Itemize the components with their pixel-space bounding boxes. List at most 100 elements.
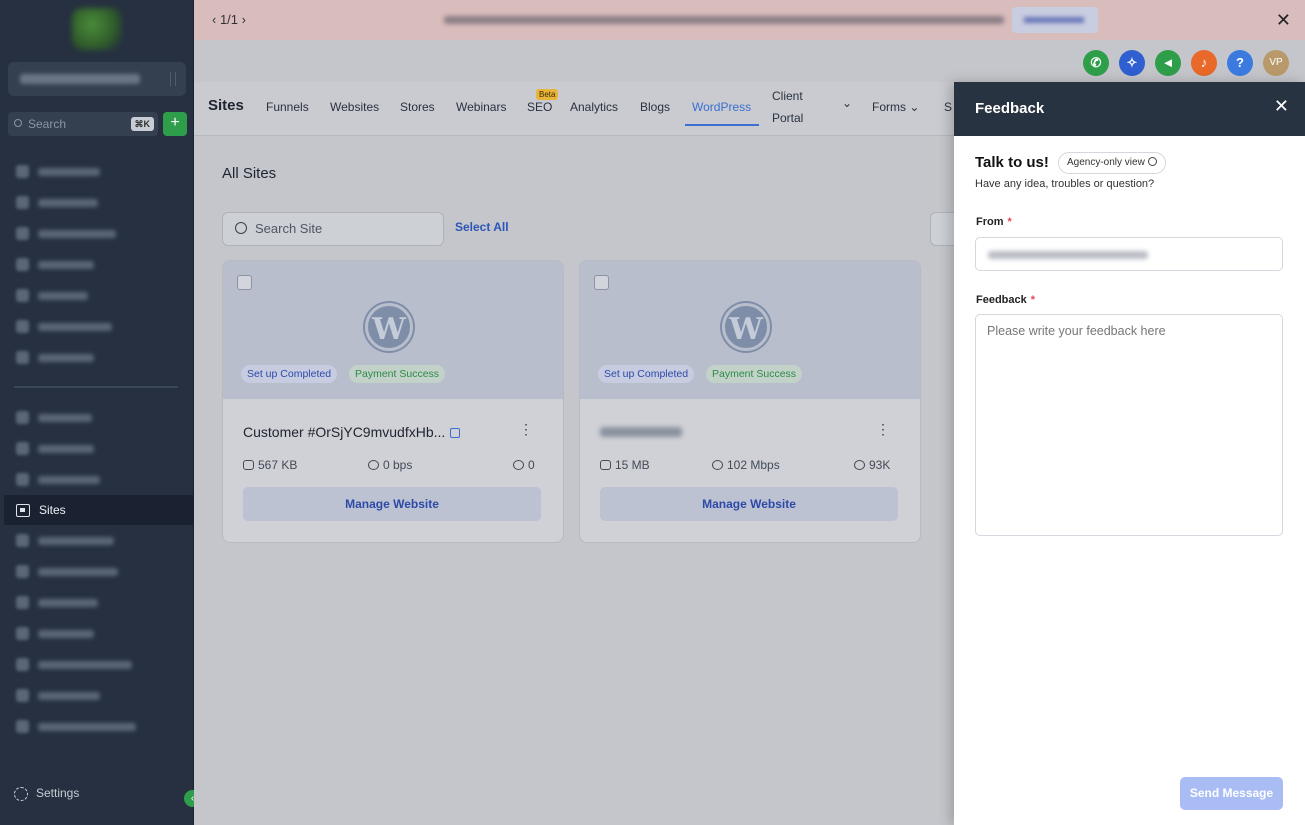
banner-message-blurred bbox=[444, 16, 1004, 24]
site-checkbox[interactable] bbox=[594, 275, 609, 290]
more-tabs-chevron-icon[interactable]: ⌄ bbox=[842, 96, 852, 110]
bell-icon[interactable]: ♪ bbox=[1191, 50, 1217, 76]
sidebar-item-calendars[interactable] bbox=[12, 256, 182, 274]
sidebar-search[interactable]: Search ⌘K bbox=[8, 112, 158, 136]
tab-wordpress[interactable]: WordPress bbox=[692, 100, 751, 114]
settings-label: Settings bbox=[36, 786, 80, 800]
manage-website-button[interactable]: Manage Website bbox=[600, 487, 898, 521]
feedback-label-text: Feedback bbox=[976, 294, 1027, 306]
sidebar-item-app-marketplace[interactable] bbox=[12, 656, 182, 674]
close-panel-button[interactable]: ✕ bbox=[1274, 96, 1289, 117]
site-name-blurred[interactable] bbox=[600, 427, 682, 437]
external-link-icon[interactable] bbox=[450, 428, 461, 438]
sidebar-item-marketing[interactable] bbox=[12, 440, 182, 458]
help-icon[interactable]: ? bbox=[1227, 50, 1253, 76]
more-options-icon[interactable]: ⋮ bbox=[876, 421, 890, 438]
bandwidth-value: 102 Mbps bbox=[727, 458, 780, 472]
views-stat: 0 bbox=[513, 458, 535, 472]
feedback-panel-header: Feedback ✕ bbox=[954, 82, 1305, 136]
tab-truncated[interactable]: S bbox=[944, 100, 952, 114]
reporting-icon bbox=[16, 627, 29, 640]
from-label: From * bbox=[976, 216, 1012, 228]
beta-badge: Beta bbox=[536, 89, 559, 100]
tab-webinars[interactable]: Webinars bbox=[456, 100, 506, 114]
site-card-header: W Set up Completed Payment Success bbox=[223, 261, 563, 399]
speedometer-icon bbox=[712, 460, 723, 470]
opportunities-icon bbox=[16, 320, 29, 333]
send-message-button[interactable]: Send Message bbox=[1180, 777, 1283, 810]
avatar[interactable]: VP bbox=[1263, 50, 1289, 76]
quick-add-button[interactable]: + bbox=[163, 112, 187, 136]
storage-stat: 567 KB bbox=[243, 458, 297, 472]
close-banner-button[interactable]: ✕ bbox=[1276, 10, 1291, 31]
site-name[interactable]: Customer #OrSjYC9mvudfxHb... bbox=[243, 424, 461, 440]
sidebar-item-contacts[interactable] bbox=[12, 287, 182, 305]
sidebar-item-opportunities[interactable] bbox=[12, 318, 182, 336]
sidebar-item-mobile-app[interactable] bbox=[12, 687, 182, 705]
automation-icon bbox=[16, 473, 29, 486]
bandwidth-stat: 0 bps bbox=[368, 458, 412, 472]
sidebar-item-automation[interactable] bbox=[12, 471, 182, 489]
sidebar-item-payments[interactable] bbox=[12, 349, 182, 367]
reputation-icon bbox=[16, 596, 29, 609]
magic-icon[interactable]: ✧ bbox=[1119, 50, 1145, 76]
sidebar-item-sites[interactable]: Sites bbox=[4, 495, 194, 525]
tab-analytics[interactable]: Analytics bbox=[570, 100, 618, 114]
sidebar-item-conversations[interactable] bbox=[12, 225, 182, 243]
sidebar-item-knowledge-center[interactable] bbox=[12, 718, 182, 736]
banner-pager[interactable]: ‹ 1/1 › bbox=[212, 12, 246, 27]
search-site-placeholder: Search Site bbox=[255, 221, 323, 236]
feedback-textarea[interactable] bbox=[975, 314, 1283, 536]
header-icons: ✆ ✧ ◄ ♪ ? VP bbox=[1083, 50, 1293, 76]
info-icon[interactable] bbox=[1147, 157, 1157, 166]
tab-stores[interactable]: Stores bbox=[400, 100, 435, 114]
sidebar-item-label: Sites bbox=[39, 503, 66, 517]
feedback-panel: Feedback ✕ Talk to us! Agency-only view … bbox=[954, 82, 1305, 825]
feedback-subtitle: Have any idea, troubles or question? bbox=[975, 178, 1155, 190]
switcher-chevron-icon bbox=[170, 72, 176, 86]
feedback-label: Feedback * bbox=[976, 294, 1035, 306]
sidebar-item-dashboard[interactable] bbox=[12, 194, 182, 212]
account-name-blurred bbox=[20, 74, 140, 84]
speedometer-icon bbox=[368, 460, 379, 470]
search-site-input[interactable]: Search Site bbox=[222, 212, 444, 246]
app-window: Search ⌘K + Sites Settings ‹ ‹ 1/1 › ✕ ✆… bbox=[0, 0, 1305, 825]
sidebar-item-reputation[interactable] bbox=[12, 594, 182, 612]
from-field[interactable] bbox=[975, 237, 1283, 271]
sidebar-item-settings[interactable]: Settings bbox=[14, 786, 79, 801]
bandwidth-value: 0 bps bbox=[383, 458, 413, 472]
talk-heading: Talk to us! bbox=[975, 154, 1049, 171]
sidebar-item-memberships[interactable] bbox=[12, 532, 182, 550]
megaphone-icon[interactable]: ◄ bbox=[1155, 50, 1181, 76]
agency-only-badge: Agency-only view bbox=[1058, 152, 1166, 174]
company-logo bbox=[72, 8, 122, 50]
tab-websites[interactable]: Websites bbox=[330, 100, 379, 114]
phone-icon[interactable]: ✆ bbox=[1083, 50, 1109, 76]
tab-blogs[interactable]: Blogs bbox=[640, 100, 670, 114]
more-options-icon[interactable]: ⋮ bbox=[519, 421, 533, 438]
sidebar-item-media-storage[interactable] bbox=[12, 563, 182, 581]
eye-icon bbox=[854, 460, 865, 470]
search-icon bbox=[14, 119, 22, 127]
reintegrate-button[interactable] bbox=[1012, 7, 1098, 33]
manage-website-button[interactable]: Manage Website bbox=[243, 487, 541, 521]
wordpress-logo-icon: W bbox=[722, 303, 770, 351]
tab-funnels[interactable]: Funnels bbox=[266, 100, 309, 114]
marketplace-icon bbox=[16, 658, 29, 671]
views-stat: 93K bbox=[854, 458, 890, 472]
sidebar-divider bbox=[14, 386, 178, 388]
sidebar-item-launchpad[interactable] bbox=[12, 163, 182, 181]
select-all-link[interactable]: Select All bbox=[455, 220, 509, 234]
tab-seo[interactable]: SEO bbox=[527, 100, 552, 114]
site-name-text: Customer #OrSjYC9mvudfxHb... bbox=[243, 424, 446, 440]
sidebar-item-ai-agents[interactable] bbox=[12, 409, 182, 427]
sidebar-search-placeholder: Search bbox=[28, 117, 67, 131]
account-switcher[interactable] bbox=[8, 62, 186, 96]
site-checkbox[interactable] bbox=[237, 275, 252, 290]
setup-status-badge: Set up Completed bbox=[241, 365, 338, 383]
tab-client-portal-line1[interactable]: Client bbox=[772, 89, 803, 103]
sidebar-item-reporting[interactable] bbox=[12, 625, 182, 643]
feedback-panel-title: Feedback bbox=[975, 100, 1045, 117]
tab-client-portal-line2[interactable]: Portal bbox=[772, 111, 803, 125]
tab-forms[interactable]: Forms ⌄ bbox=[872, 100, 919, 114]
